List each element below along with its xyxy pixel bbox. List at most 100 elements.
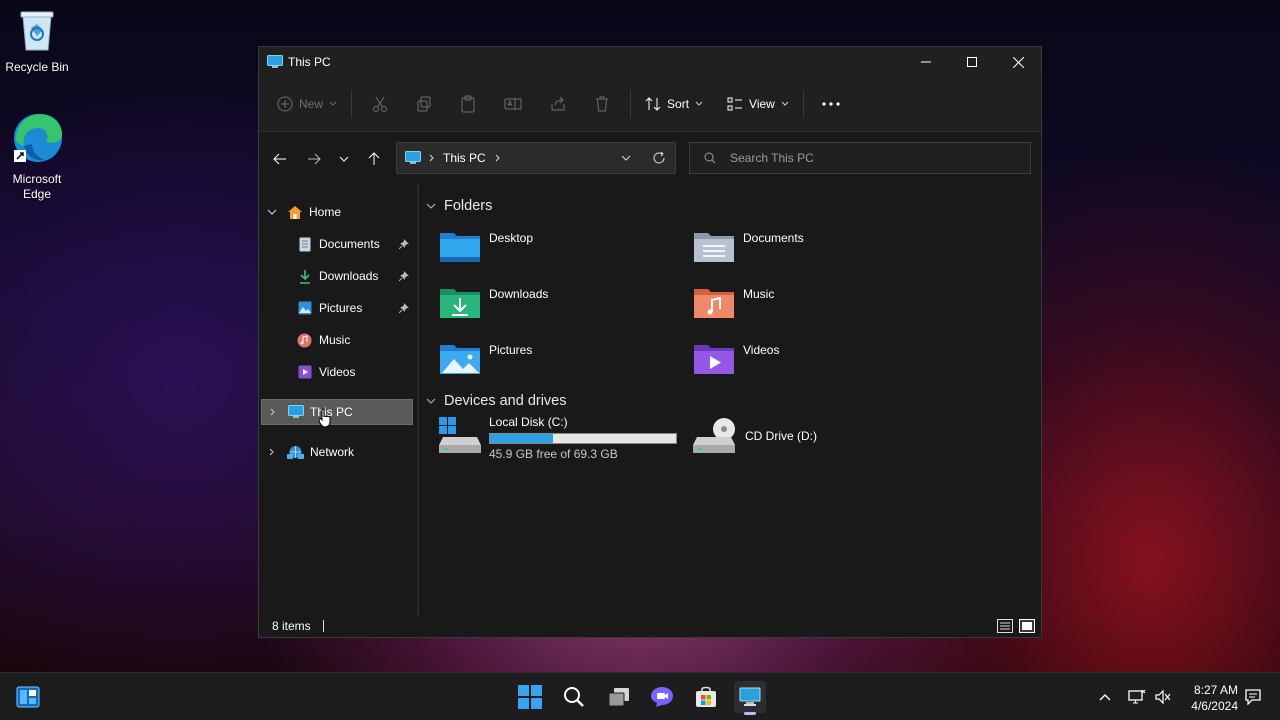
folder-label-desktop: Desktop	[489, 231, 534, 245]
details-view-icon[interactable]	[997, 619, 1013, 633]
title-bar[interactable]: This PC	[259, 47, 1041, 77]
chevron-down-icon	[426, 398, 436, 404]
show-hidden-icons-button[interactable]	[1094, 681, 1116, 713]
maximize-icon	[967, 57, 977, 67]
file-explorer-taskbar-button[interactable]	[734, 681, 766, 715]
folder-documents[interactable]: Documents	[693, 229, 804, 263]
desktop-icon-edge[interactable]: Microsoft Edge	[0, 112, 74, 202]
notification-icon	[1245, 689, 1261, 705]
folder-pictures[interactable]: Pictures	[439, 341, 532, 375]
chevron-down-icon[interactable]	[267, 209, 277, 215]
chat-button[interactable]	[646, 681, 678, 713]
sidebar-item-network[interactable]: Network	[261, 439, 413, 465]
picture-icon	[298, 301, 312, 315]
task-view-icon	[608, 688, 629, 707]
chevron-right-icon[interactable]	[270, 408, 276, 416]
paste-button[interactable]	[446, 88, 490, 120]
up-button[interactable]	[359, 143, 389, 175]
rename-button[interactable]	[490, 88, 536, 120]
drives-section-header[interactable]: Devices and drives	[426, 393, 567, 409]
sidebar-item-videos[interactable]: Videos	[261, 359, 413, 385]
sidebar-item-downloads[interactable]: Downloads	[261, 263, 413, 289]
folder-downloads[interactable]: Downloads	[439, 285, 548, 319]
new-button[interactable]: New	[269, 88, 345, 120]
network-tray-button[interactable]	[1124, 681, 1150, 713]
folder-desktop[interactable]: Desktop	[439, 229, 533, 263]
cut-button[interactable]	[358, 88, 402, 120]
large-icons-view-icon[interactable]	[1019, 619, 1035, 633]
sidebar-label-videos: Videos	[319, 365, 356, 379]
document-icon	[299, 237, 311, 251]
sidebar-item-documents[interactable]: Documents	[261, 231, 413, 257]
recent-locations-button[interactable]	[329, 143, 359, 175]
refresh-icon[interactable]	[652, 151, 666, 165]
sidebar-item-music[interactable]: Music	[261, 327, 413, 353]
home-icon	[288, 205, 302, 219]
desktop-icon-recycle-bin[interactable]: Recycle Bin	[0, 8, 74, 75]
new-plus-icon	[277, 96, 293, 112]
drive-cd-d[interactable]: CD Drive (D:)	[693, 417, 817, 455]
drive-usage-fill	[490, 434, 553, 443]
arrow-up-icon	[368, 152, 380, 165]
view-button[interactable]: View	[719, 88, 797, 120]
sidebar-label-documents: Documents	[319, 237, 380, 251]
address-location[interactable]: This PC	[443, 151, 486, 165]
drive-local-disk-c[interactable]: Local Disk (C:) 45.9 GB free of 69.3 GB	[439, 415, 677, 461]
notifications-button[interactable]	[1242, 681, 1264, 713]
search-box[interactable]: Search This PC	[689, 142, 1031, 174]
network-icon	[287, 445, 304, 459]
maximize-button[interactable]	[949, 47, 995, 77]
sidebar-item-this-pc[interactable]: This PC	[261, 399, 413, 428]
widgets-button[interactable]	[12, 681, 44, 713]
back-button[interactable]	[265, 143, 295, 175]
sidebar-item-pictures[interactable]: Pictures	[261, 295, 413, 321]
minimize-button[interactable]	[903, 47, 949, 77]
forward-button[interactable]	[299, 143, 329, 175]
pin-icon[interactable]	[399, 271, 409, 281]
clock[interactable]: 8:27 AM 4/6/2024	[1191, 682, 1238, 714]
search-placeholder: Search This PC	[730, 151, 814, 165]
clipboard-icon	[461, 95, 475, 113]
task-view-button[interactable]	[603, 681, 635, 713]
folder-music[interactable]: Music	[693, 285, 774, 319]
close-button[interactable]	[995, 47, 1041, 77]
command-bar: New Sort View	[259, 77, 1041, 132]
address-bar[interactable]: This PC	[396, 142, 676, 174]
recycle-bin-label: Recycle Bin	[5, 60, 69, 74]
copy-icon	[417, 96, 431, 112]
view-icon	[727, 97, 743, 111]
pin-icon[interactable]	[399, 239, 409, 249]
copy-button[interactable]	[402, 88, 446, 120]
folder-videos[interactable]: Videos	[693, 341, 779, 375]
volume-tray-button[interactable]	[1150, 681, 1176, 713]
sidebar-item-home[interactable]: Home	[261, 199, 413, 225]
file-explorer-window: This PC New Sort View This PC Search Thi…	[258, 46, 1042, 638]
search-taskbar-button[interactable]	[558, 681, 590, 713]
share-button[interactable]	[536, 88, 580, 120]
see-more-button[interactable]	[810, 88, 852, 120]
content-pane: Folders Desktop Documents Downloads Musi…	[419, 185, 1041, 617]
status-bar: 8 items	[259, 615, 1041, 637]
search-icon	[704, 152, 716, 164]
navigation-bar: This PC Search This PC	[259, 132, 1041, 186]
sort-button[interactable]: Sort	[637, 88, 711, 120]
microsoft-store-button[interactable]	[690, 681, 722, 713]
folder-label-videos: Videos	[743, 343, 780, 357]
pane-splitter[interactable]	[417, 185, 419, 617]
pin-icon[interactable]	[399, 303, 409, 313]
delete-button[interactable]	[580, 88, 624, 120]
pictures-folder-icon	[440, 345, 480, 374]
folders-section-header[interactable]: Folders	[426, 198, 492, 214]
start-button[interactable]	[514, 681, 546, 713]
folder-label-downloads: Downloads	[489, 287, 549, 301]
this-pc-icon	[739, 687, 761, 706]
sidebar-label-pictures: Pictures	[319, 301, 363, 315]
music-folder-icon	[694, 289, 734, 318]
edge-label-line2: Edge	[22, 187, 52, 201]
chevron-right-icon[interactable]	[495, 154, 501, 162]
close-icon	[1012, 56, 1024, 68]
folders-heading: Folders	[444, 198, 493, 214]
chevron-right-icon[interactable]	[269, 448, 275, 456]
address-dropdown-icon[interactable]	[621, 155, 631, 161]
chevron-up-icon	[1099, 694, 1111, 701]
